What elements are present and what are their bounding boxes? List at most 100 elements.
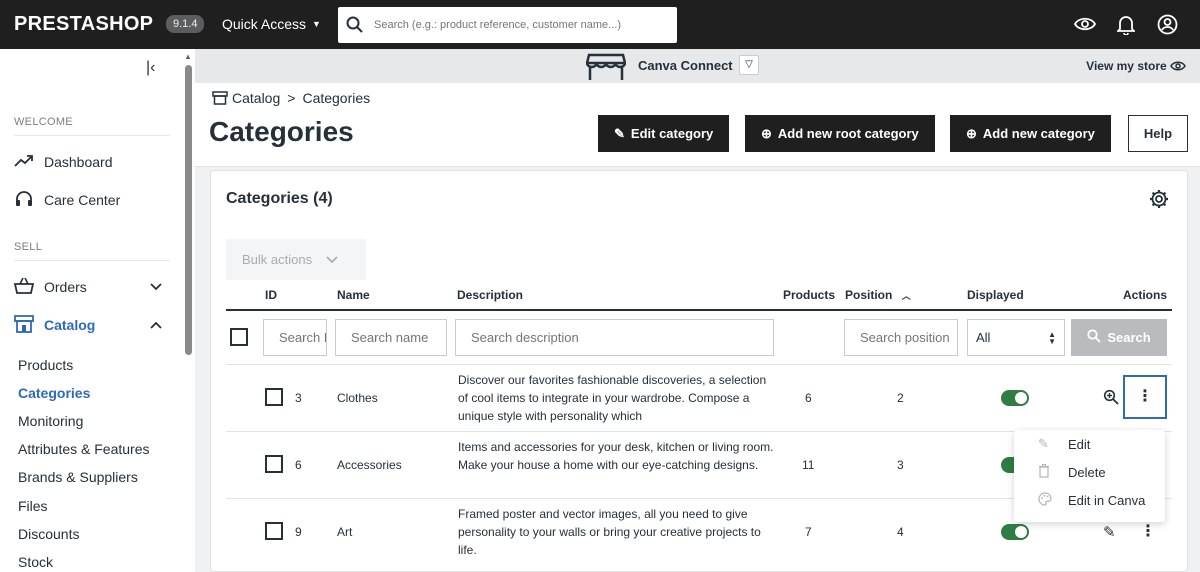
search-icon: [346, 16, 363, 33]
headset-icon: [14, 190, 36, 211]
sidebar-item-label: Care Center: [44, 192, 121, 208]
select-arrows-icon: ▲ ▼: [1048, 330, 1056, 346]
row-position: 4: [897, 525, 904, 539]
page-header: Catalog > Categories Categories ✎ Edit cate…: [195, 83, 1200, 167]
displayed-toggle[interactable]: [1001, 524, 1029, 540]
trending-icon: [14, 154, 36, 171]
column-header-position[interactable]: Position ︿: [845, 288, 911, 302]
button-label: Add new category: [982, 126, 1095, 141]
edit-category-button[interactable]: ✎ Edit category: [598, 115, 730, 152]
collapse-sidebar-icon[interactable]: |‹: [146, 59, 155, 77]
row-description: Items and accessories for your desk, kit…: [458, 440, 774, 472]
quick-access-label: Quick Access: [222, 16, 307, 32]
breadcrumb-current: Categories: [302, 90, 371, 106]
row-id: 9: [295, 525, 302, 539]
sidebar-subitem-attributes[interactable]: Attributes & Features: [18, 441, 150, 457]
table-header-underline: [226, 309, 1172, 311]
row-checkbox[interactable]: [265, 388, 283, 406]
dropdown-label: Edit: [1068, 436, 1091, 452]
eye-icon[interactable]: [1074, 14, 1096, 34]
more-actions-icon[interactable]: ⋮: [1123, 375, 1167, 419]
dropdown-item-edit-canva[interactable]: Edit in Canva: [1038, 492, 1145, 509]
sort-ascending-icon: ︿: [901, 291, 911, 301]
column-header-products[interactable]: Products: [783, 288, 835, 302]
row-actions-dropdown: ✎ Edit Delete Edit in Canva: [1014, 430, 1165, 522]
filter-name-input[interactable]: [335, 319, 447, 356]
chevron-down-icon: [326, 252, 338, 267]
sidebar-item-orders[interactable]: Orders: [13, 274, 170, 300]
global-search[interactable]: [338, 7, 677, 43]
column-header-description[interactable]: Description: [457, 288, 523, 302]
prestashop-logo[interactable]: PRESTASHOP: [14, 13, 153, 36]
gear-icon[interactable]: [1149, 189, 1169, 209]
select-value: All: [976, 330, 991, 345]
row-id: 6: [295, 458, 302, 472]
sidebar-item-care-center[interactable]: Care Center: [14, 187, 170, 213]
store-switch-chevron-icon[interactable]: ▽: [739, 55, 759, 75]
chevron-up-icon: [150, 317, 162, 333]
section-sell: SELL: [14, 241, 43, 253]
quick-access-menu[interactable]: Quick Access ▼: [222, 16, 321, 32]
sidebar-item-label: Orders: [44, 279, 87, 295]
column-header-id[interactable]: ID: [265, 288, 277, 302]
global-search-input[interactable]: [374, 13, 670, 37]
row-checkbox[interactable]: [265, 522, 283, 540]
add-circle-icon: ⊕: [761, 125, 772, 141]
dropdown-label: Delete: [1068, 465, 1106, 480]
sidebar-subitem-categories[interactable]: Categories: [18, 385, 90, 401]
row-description: Framed poster and vector images, all you…: [458, 507, 761, 557]
sidebar-subitem-files[interactable]: Files: [18, 498, 48, 514]
account-icon[interactable]: [1157, 14, 1178, 35]
column-header-name[interactable]: Name: [337, 288, 370, 302]
column-header-displayed[interactable]: Displayed: [967, 288, 1024, 302]
row-checkbox[interactable]: [265, 455, 283, 473]
toggle-knob: [1015, 392, 1027, 404]
sidebar-subitem-products[interactable]: Products: [18, 357, 73, 373]
sidebar-item-dashboard[interactable]: Dashboard: [14, 149, 170, 175]
sidebar-item-label: Catalog: [44, 317, 96, 333]
view-my-store-link[interactable]: View my store: [1086, 59, 1186, 73]
select-all-checkbox[interactable]: [230, 328, 248, 346]
bell-icon[interactable]: [1117, 14, 1135, 35]
zoom-in-icon[interactable]: [1103, 389, 1119, 408]
row-name: Clothes: [337, 391, 378, 405]
sidebar-subitem-brands[interactable]: Brands & Suppliers: [18, 469, 138, 485]
displayed-toggle[interactable]: [1001, 390, 1029, 406]
sidebar: |‹ WELCOME Dashboard Care Center SELL Or…: [0, 49, 182, 572]
bulk-actions-button: Bulk actions: [226, 239, 366, 280]
filter-id-input[interactable]: [263, 319, 327, 356]
breadcrumb: Catalog > Categories: [212, 90, 370, 106]
dropdown-item-edit[interactable]: ✎ Edit: [1038, 436, 1090, 452]
help-button[interactable]: Help: [1128, 115, 1188, 152]
filter-description-input[interactable]: [455, 319, 774, 356]
pencil-icon[interactable]: ✎: [1103, 523, 1116, 541]
version-badge: 9.1.4: [166, 15, 205, 33]
sidebar-item-catalog[interactable]: Catalog: [14, 312, 170, 338]
divider: [14, 135, 170, 136]
divider: [14, 260, 170, 261]
top-bar: PRESTASHOP 9.1.4 Quick Access ▼: [0, 0, 1200, 49]
add-root-category-button[interactable]: ⊕ Add new root category: [745, 115, 935, 152]
sidebar-subitem-stock[interactable]: Stock: [18, 554, 53, 570]
row-products: 11: [802, 458, 815, 472]
sidebar-subitem-monitoring[interactable]: Monitoring: [18, 413, 83, 429]
add-category-button[interactable]: ⊕ Add new category: [950, 115, 1111, 152]
scroll-up-arrow-icon[interactable]: ▲: [184, 52, 192, 61]
sidebar-scrollbar[interactable]: ▲: [182, 49, 195, 572]
dropdown-item-delete[interactable]: Delete: [1038, 464, 1106, 481]
row-position: 3: [897, 458, 904, 472]
filter-position-input[interactable]: [844, 319, 958, 356]
palette-icon: [1038, 492, 1058, 509]
more-actions-icon[interactable]: ⋮: [1140, 521, 1156, 541]
scroll-thumb[interactable]: [185, 65, 192, 355]
sidebar-subitem-discounts[interactable]: Discounts: [18, 526, 79, 542]
filter-search-button[interactable]: Search: [1071, 319, 1167, 356]
pencil-icon: ✎: [1038, 436, 1049, 451]
store-icon: [212, 91, 228, 105]
breadcrumb-catalog[interactable]: Catalog: [232, 90, 280, 106]
filter-displayed-select[interactable]: All ▲ ▼: [967, 319, 1065, 356]
button-label: Bulk actions: [242, 252, 313, 267]
button-label: Search: [1107, 330, 1151, 345]
table-row: 3 Clothes Discover our favorites fashion…: [226, 364, 1172, 431]
eye-icon: [1170, 61, 1186, 71]
